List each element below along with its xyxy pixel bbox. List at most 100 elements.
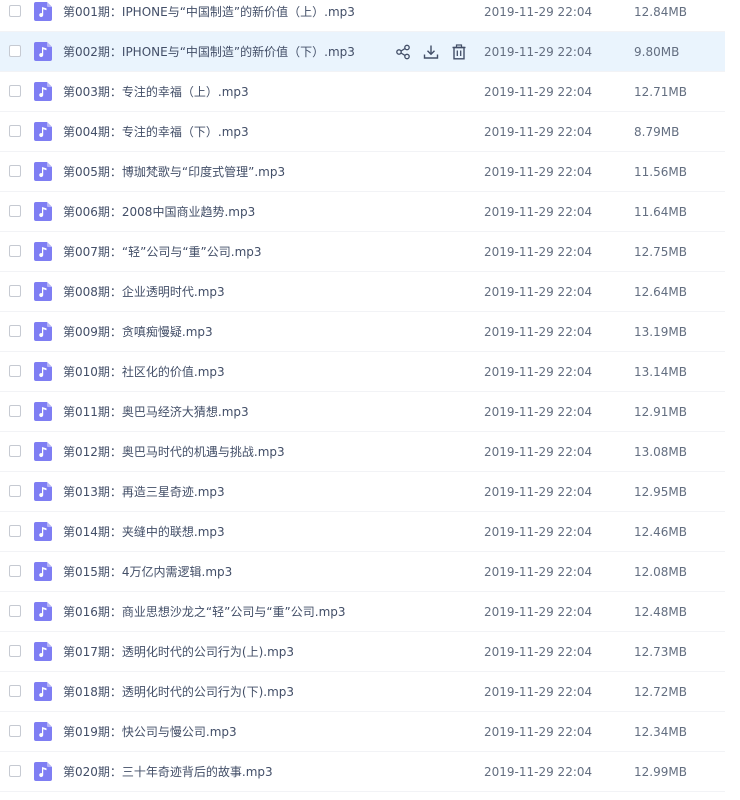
file-modified-date: 2019-11-29 22:04 xyxy=(484,725,593,739)
file-size: 9.80MB xyxy=(634,45,680,59)
file-name[interactable]: 第008期：企业透明时代.mp3 xyxy=(63,272,225,312)
file-modified-date: 2019-11-29 22:04 xyxy=(484,45,593,59)
file-name[interactable]: 第017期：透明化时代的公司行为(上).mp3 xyxy=(63,632,294,672)
file-size: 12.91MB xyxy=(634,405,687,419)
file-size: 12.64MB xyxy=(634,285,687,299)
file-row[interactable]: 第009期：贪嗔痴慢疑.mp3 2019-11-29 22:04 13.19MB xyxy=(0,312,725,352)
audio-file-icon xyxy=(34,282,52,301)
row-checkbox[interactable] xyxy=(9,165,21,177)
row-checkbox[interactable] xyxy=(9,5,21,17)
file-name[interactable]: 第001期：IPHONE与“中国制造”的新价值（上）.mp3 xyxy=(63,0,355,32)
file-row[interactable]: 第012期：奥巴马时代的机遇与挑战.mp3 2019-11-29 22:04 1… xyxy=(0,432,725,472)
download-icon[interactable] xyxy=(423,44,439,60)
file-size: 12.84MB xyxy=(634,5,687,19)
file-row[interactable]: 第018期：透明化时代的公司行为(下).mp3 2019-11-29 22:04… xyxy=(0,672,725,712)
row-checkbox[interactable] xyxy=(9,85,21,97)
audio-file-icon xyxy=(34,402,52,421)
audio-file-icon xyxy=(34,362,52,381)
file-name[interactable]: 第020期：三十年奇迹背后的故事.mp3 xyxy=(63,752,273,792)
file-modified-date: 2019-11-29 22:04 xyxy=(484,245,593,259)
row-checkbox[interactable] xyxy=(9,365,21,377)
row-checkbox[interactable] xyxy=(9,125,21,137)
file-size: 12.72MB xyxy=(634,685,687,699)
file-size: 12.71MB xyxy=(634,85,687,99)
file-row[interactable]: 第011期：奥巴马经济大猜想.mp3 2019-11-29 22:04 12.9… xyxy=(0,392,725,432)
file-row[interactable]: 第003期：专注的幸福（上）.mp3 2019-11-29 22:04 12.7… xyxy=(0,72,725,112)
audio-file-icon xyxy=(34,602,52,621)
file-row[interactable]: 第015期：4万亿内需逻辑.mp3 2019-11-29 22:04 12.08… xyxy=(0,552,725,592)
file-modified-date: 2019-11-29 22:04 xyxy=(484,165,593,179)
row-checkbox[interactable] xyxy=(9,685,21,697)
file-modified-date: 2019-11-29 22:04 xyxy=(484,685,593,699)
row-checkbox[interactable] xyxy=(9,405,21,417)
file-modified-date: 2019-11-29 22:04 xyxy=(484,405,593,419)
file-row[interactable]: 第010期：社区化的价值.mp3 2019-11-29 22:04 13.14M… xyxy=(0,352,725,392)
file-modified-date: 2019-11-29 22:04 xyxy=(484,605,593,619)
row-checkbox[interactable] xyxy=(9,45,21,57)
share-icon[interactable] xyxy=(395,44,411,60)
file-name[interactable]: 第003期：专注的幸福（上）.mp3 xyxy=(63,72,249,112)
file-name[interactable]: 第004期：专注的幸福（下）.mp3 xyxy=(63,112,249,152)
file-modified-date: 2019-11-29 22:04 xyxy=(484,5,593,19)
row-checkbox[interactable] xyxy=(9,245,21,257)
file-size: 8.79MB xyxy=(634,125,680,139)
file-row[interactable]: 第006期：2008中国商业趋势.mp3 2019-11-29 22:04 11… xyxy=(0,192,725,232)
file-name[interactable]: 第012期：奥巴马时代的机遇与挑战.mp3 xyxy=(63,432,285,472)
file-modified-date: 2019-11-29 22:04 xyxy=(484,445,593,459)
file-row[interactable]: 第002期：IPHONE与“中国制造”的新价值（下）.mp3 2019-11-2… xyxy=(0,32,725,72)
file-size: 12.46MB xyxy=(634,525,687,539)
file-name[interactable]: 第009期：贪嗔痴慢疑.mp3 xyxy=(63,312,213,352)
file-row[interactable]: 第014期：夹缝中的联想.mp3 2019-11-29 22:04 12.46M… xyxy=(0,512,725,552)
file-name[interactable]: 第007期：“轻”公司与“重”公司.mp3 xyxy=(63,232,262,272)
row-checkbox[interactable] xyxy=(9,565,21,577)
row-checkbox[interactable] xyxy=(9,725,21,737)
file-name[interactable]: 第013期：再造三星奇迹.mp3 xyxy=(63,472,225,512)
audio-file-icon xyxy=(34,762,52,781)
audio-file-icon xyxy=(34,642,52,661)
row-checkbox[interactable] xyxy=(9,765,21,777)
trash-icon[interactable] xyxy=(451,44,467,60)
file-name[interactable]: 第014期：夹缝中的联想.mp3 xyxy=(63,512,225,552)
audio-file-icon xyxy=(34,82,52,101)
file-name[interactable]: 第010期：社区化的价值.mp3 xyxy=(63,352,225,392)
file-row[interactable]: 第016期：商业思想沙龙之“轻”公司与“重”公司.mp3 2019-11-29 … xyxy=(0,592,725,632)
file-name[interactable]: 第006期：2008中国商业趋势.mp3 xyxy=(63,192,255,232)
file-size: 11.64MB xyxy=(634,205,687,219)
file-row[interactable]: 第013期：再造三星奇迹.mp3 2019-11-29 22:04 12.95M… xyxy=(0,472,725,512)
file-name[interactable]: 第016期：商业思想沙龙之“轻”公司与“重”公司.mp3 xyxy=(63,592,346,632)
row-checkbox[interactable] xyxy=(9,645,21,657)
file-modified-date: 2019-11-29 22:04 xyxy=(484,565,593,579)
row-checkbox[interactable] xyxy=(9,325,21,337)
audio-file-icon xyxy=(34,42,52,61)
file-modified-date: 2019-11-29 22:04 xyxy=(484,125,593,139)
row-checkbox[interactable] xyxy=(9,485,21,497)
row-checkbox[interactable] xyxy=(9,605,21,617)
file-modified-date: 2019-11-29 22:04 xyxy=(484,85,593,99)
row-checkbox[interactable] xyxy=(9,205,21,217)
file-name[interactable]: 第002期：IPHONE与“中国制造”的新价值（下）.mp3 xyxy=(63,32,355,72)
audio-file-icon xyxy=(34,682,52,701)
row-checkbox[interactable] xyxy=(9,525,21,537)
file-name[interactable]: 第011期：奥巴马经济大猜想.mp3 xyxy=(63,392,249,432)
row-checkbox[interactable] xyxy=(9,445,21,457)
file-size: 12.48MB xyxy=(634,605,687,619)
file-size: 12.75MB xyxy=(634,245,687,259)
file-row[interactable]: 第019期：快公司与慢公司.mp3 2019-11-29 22:04 12.34… xyxy=(0,712,725,752)
file-modified-date: 2019-11-29 22:04 xyxy=(484,325,593,339)
file-modified-date: 2019-11-29 22:04 xyxy=(484,285,593,299)
file-row[interactable]: 第004期：专注的幸福（下）.mp3 2019-11-29 22:04 8.79… xyxy=(0,112,725,152)
file-row[interactable]: 第008期：企业透明时代.mp3 2019-11-29 22:04 12.64M… xyxy=(0,272,725,312)
file-name[interactable]: 第018期：透明化时代的公司行为(下).mp3 xyxy=(63,672,294,712)
row-checkbox[interactable] xyxy=(9,285,21,297)
file-size: 11.56MB xyxy=(634,165,687,179)
audio-file-icon xyxy=(34,322,52,341)
file-modified-date: 2019-11-29 22:04 xyxy=(484,525,593,539)
file-row[interactable]: 第001期：IPHONE与“中国制造”的新价值（上）.mp3 2019-11-2… xyxy=(0,0,725,32)
file-row[interactable]: 第007期：“轻”公司与“重”公司.mp3 2019-11-29 22:04 1… xyxy=(0,232,725,272)
file-row[interactable]: 第005期：博珈梵歌与“印度式管理”.mp3 2019-11-29 22:04 … xyxy=(0,152,725,192)
file-row[interactable]: 第017期：透明化时代的公司行为(上).mp3 2019-11-29 22:04… xyxy=(0,632,725,672)
file-row[interactable]: 第020期：三十年奇迹背后的故事.mp3 2019-11-29 22:04 12… xyxy=(0,752,725,792)
file-name[interactable]: 第019期：快公司与慢公司.mp3 xyxy=(63,712,237,752)
file-name[interactable]: 第005期：博珈梵歌与“印度式管理”.mp3 xyxy=(63,152,285,192)
file-name[interactable]: 第015期：4万亿内需逻辑.mp3 xyxy=(63,552,232,592)
